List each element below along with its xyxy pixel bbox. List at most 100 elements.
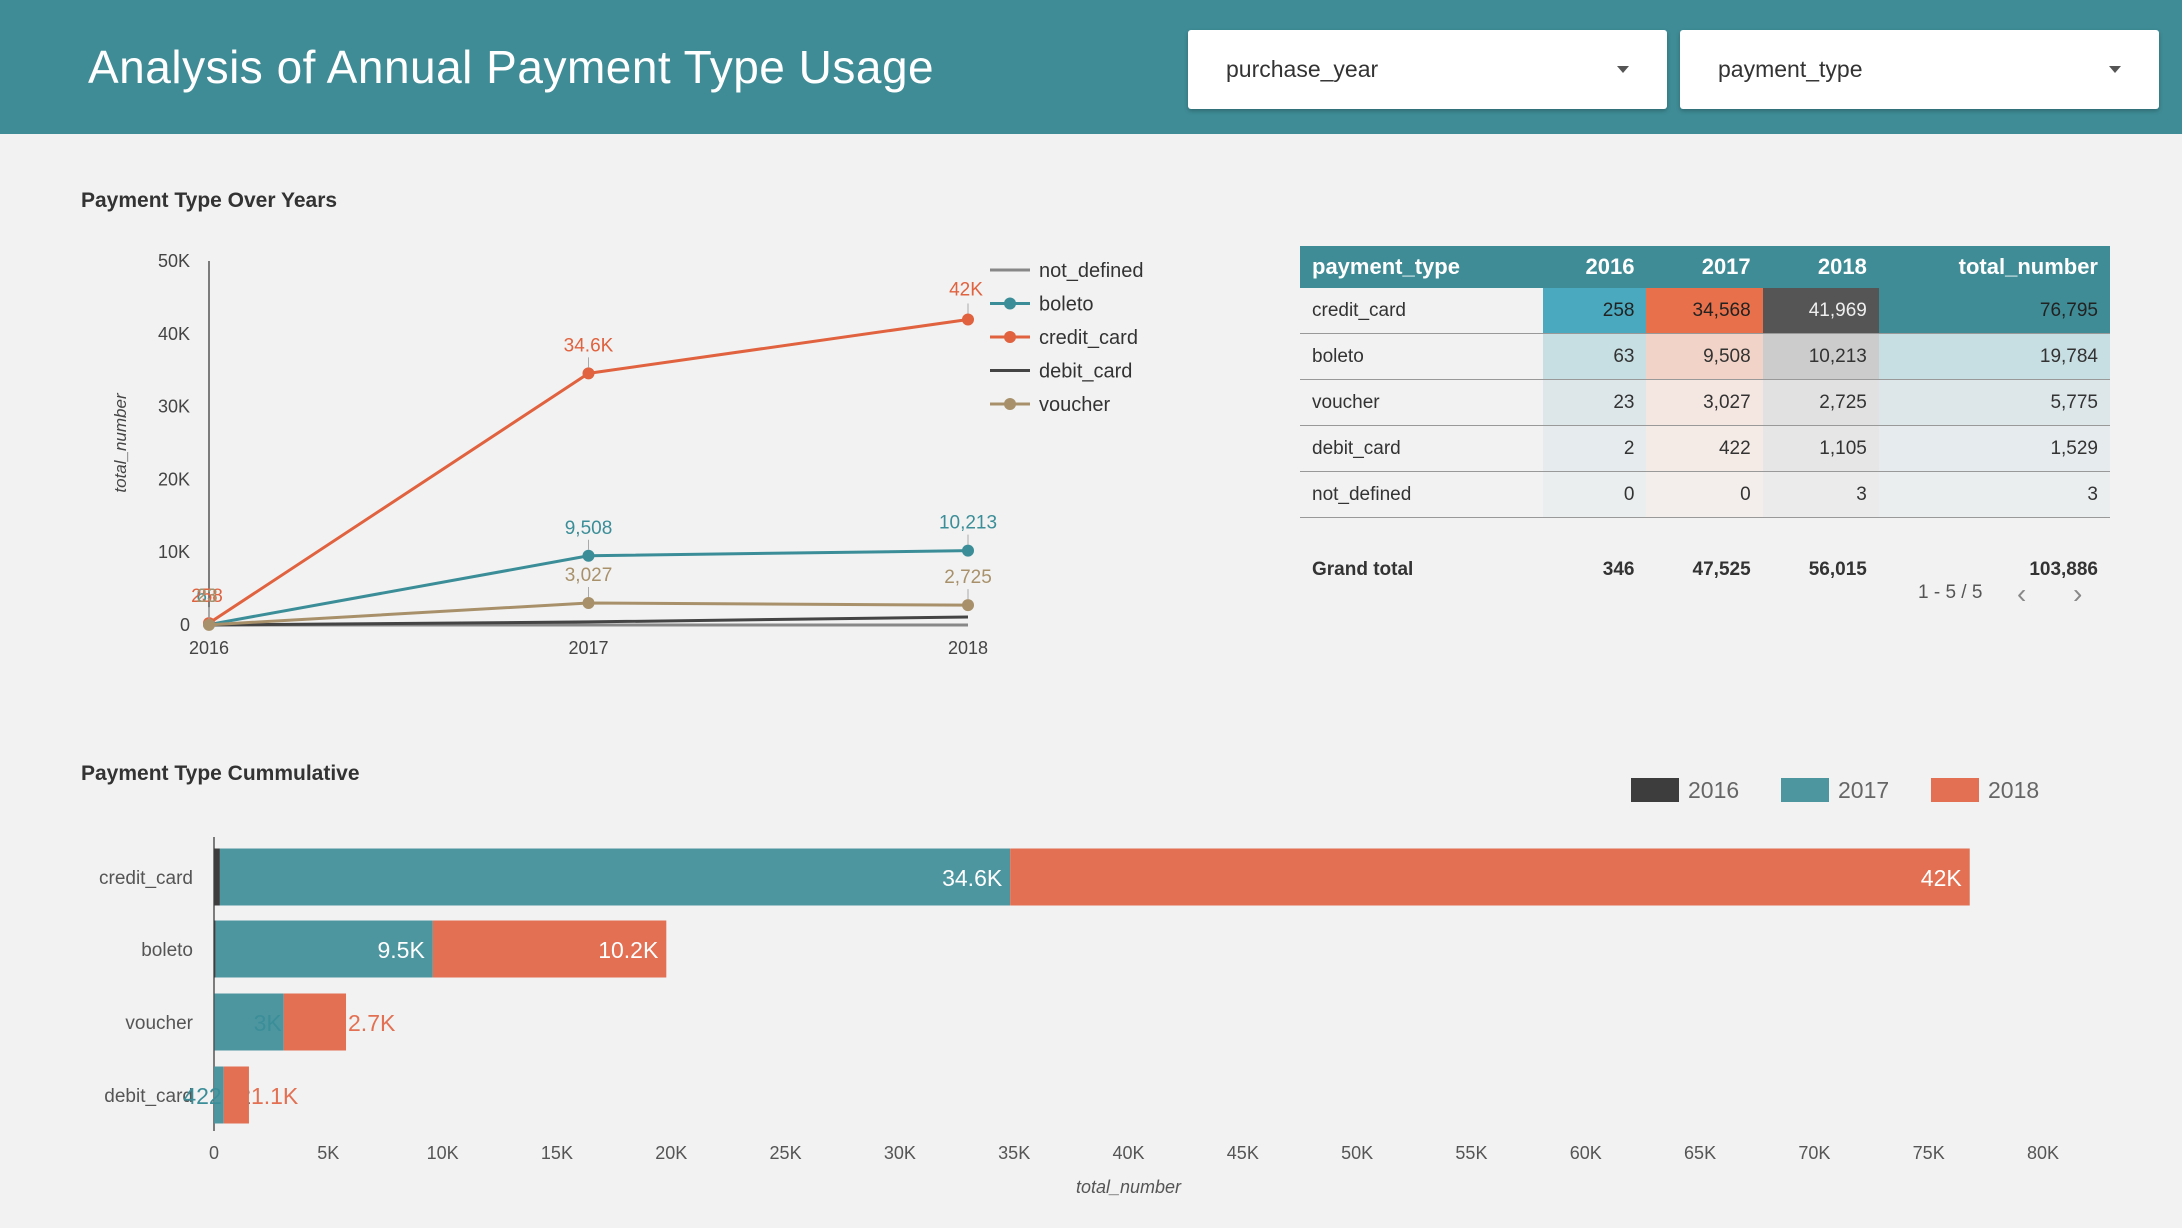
data-label: 2.7K: [348, 1010, 396, 1036]
y-axis-label: total_number: [111, 392, 130, 493]
x-tick-label: 45K: [1227, 1143, 1259, 1163]
x-tick-label: 65K: [1684, 1143, 1716, 1163]
bar-chart: credit_card25834.6K42Kboleto639.5K10.2Kv…: [99, 777, 2059, 1197]
table-row: credit_card 258 34,568 41,969 76,795: [1300, 288, 2110, 334]
table-row: not_defined 0 0 3 3: [1300, 471, 2110, 518]
x-tick-label: 70K: [1798, 1143, 1830, 1163]
y-tick-label: 30K: [158, 397, 190, 417]
x-tick-label: 55K: [1455, 1143, 1487, 1163]
data-label: 10.2K: [598, 937, 659, 963]
table-cell: Grand total: [1300, 517, 1544, 608]
data-label: 10,213: [939, 513, 997, 534]
data-point: [962, 313, 974, 326]
table-cell: debit_card: [1300, 425, 1544, 472]
x-tick-label: 40K: [1112, 1143, 1144, 1163]
dashboard-header: Analysis of Annual Payment Type Usage pu…: [0, 0, 2182, 134]
table-cell: 23: [1543, 379, 1647, 426]
purchase-year-filter-label: purchase_year: [1226, 56, 1379, 82]
legend-label: debit_card: [1039, 361, 1132, 383]
data-point: [582, 549, 595, 562]
table-cell: 2: [1543, 425, 1647, 472]
category-label: boleto: [141, 940, 193, 961]
purchase-year-filter[interactable]: purchase_year: [1188, 30, 1667, 109]
table-cell: 56,015: [1762, 517, 1879, 608]
pivot-table: payment_type 2016 2017 2018 total_number…: [1300, 246, 2110, 608]
y-tick-label: 50K: [158, 251, 190, 271]
bar-segment: [214, 848, 220, 906]
table-row: debit_card 2 422 1,105 1,529: [1300, 425, 2110, 472]
data-label: 34.6K: [942, 865, 1003, 891]
column-header[interactable]: payment_type: [1300, 246, 1544, 288]
line-chart: 0 10K 20K 30K 40K 50K 2016 2017 2018 total_number…: [111, 251, 1144, 658]
x-tick-label: 0: [209, 1143, 219, 1163]
table-cell: 5,775: [1878, 379, 2110, 426]
data-label: 23: [196, 586, 217, 607]
table-cell: 41,969: [1762, 288, 1879, 334]
x-tick-label: 35K: [998, 1143, 1030, 1163]
table-cell: not_defined: [1300, 471, 1544, 518]
page-title: Analysis of Annual Payment Type Usage: [88, 41, 935, 93]
column-header[interactable]: 2017: [1646, 246, 1763, 288]
table-cell: 19,784: [1878, 333, 2110, 380]
table-cell: 3,027: [1646, 379, 1763, 426]
x-tick-label: 60K: [1570, 1143, 1602, 1163]
data-label: 42K: [949, 279, 983, 300]
table-cell: 34,568: [1646, 288, 1763, 334]
table-cell: 258: [1543, 288, 1647, 334]
data-label: 9,508: [565, 518, 613, 539]
data-label: 9.5K: [377, 937, 425, 963]
table-cell: 0: [1646, 471, 1763, 518]
table-row: voucher 23 3,027 2,725 5,775: [1300, 379, 2110, 426]
x-tick-label: 75K: [1913, 1143, 1945, 1163]
category-label: voucher: [125, 1013, 193, 1034]
bar-segment: [219, 848, 1011, 906]
legend-label: 2018: [1988, 777, 2039, 803]
payment-type-filter[interactable]: payment_type: [1680, 30, 2159, 109]
category-label: credit_card: [99, 868, 193, 889]
table-cell: 10,213: [1762, 333, 1879, 380]
table-cell: 0: [1543, 471, 1647, 518]
data-label: 3,027: [565, 565, 613, 586]
legend-label: not_defined: [1039, 260, 1144, 282]
x-tick-label: 10K: [427, 1143, 459, 1163]
x-tick-label: 20K: [655, 1143, 687, 1163]
pagination-label: 1 - 5 / 5: [1918, 582, 1983, 603]
data-label: 1.1K: [251, 1083, 299, 1109]
y-tick-label: 40K: [158, 324, 190, 344]
legend-label: credit_card: [1039, 327, 1138, 349]
data-point: [962, 599, 974, 612]
y-tick-label: 10K: [158, 542, 190, 562]
legend-marker: [1004, 297, 1016, 310]
table-cell: 422: [1646, 425, 1763, 472]
x-tick-label: 2016: [189, 638, 229, 658]
x-tick-label: 25K: [770, 1143, 802, 1163]
y-tick-label: 20K: [158, 469, 190, 489]
column-header[interactable]: 2018: [1762, 246, 1879, 288]
legend-label: 2017: [1838, 777, 1889, 803]
data-point: [203, 618, 215, 631]
table-cell: 2,725: [1762, 379, 1879, 426]
bar-segment: [1010, 848, 1970, 906]
x-tick-label: 30K: [884, 1143, 916, 1163]
legend-label: voucher: [1039, 394, 1110, 416]
column-header[interactable]: 2016: [1543, 246, 1647, 288]
table-cell: 47,525: [1646, 517, 1763, 608]
data-label: 3K: [254, 1010, 283, 1036]
bar-segment: [223, 1066, 249, 1124]
table-cell: 1,529: [1878, 425, 2110, 472]
grand-total-row: Grand total 346 47,525 56,015 103,886: [1300, 517, 2110, 608]
chevron-left-icon[interactable]: ‹: [2017, 578, 2026, 610]
dropdown-caret-icon: [2109, 66, 2121, 73]
table-cell: 63: [1543, 333, 1647, 380]
table-cell: boleto: [1300, 333, 1544, 380]
table-cell: 76,795: [1878, 288, 2110, 334]
table-cell: 9,508: [1646, 333, 1763, 380]
column-header[interactable]: total_number: [1878, 246, 2110, 288]
x-tick-label: 5K: [317, 1143, 339, 1163]
legend-marker: [1004, 331, 1016, 343]
chevron-right-icon[interactable]: ›: [2073, 578, 2082, 610]
x-tick-label: 2017: [568, 638, 608, 658]
legend-label: boleto: [1039, 294, 1094, 316]
legend-swatch: [1781, 778, 1829, 802]
data-label: 2,725: [944, 567, 992, 588]
